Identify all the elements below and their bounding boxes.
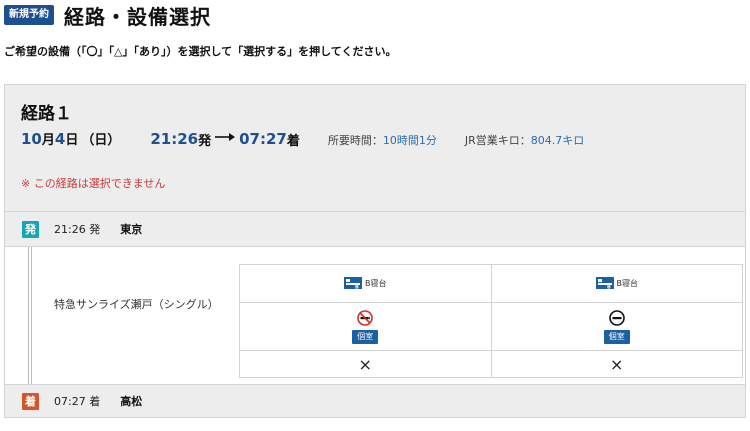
departure-time: 21:26 発 [54,223,101,236]
route-date: 10月4日 （日） [21,129,120,148]
facility-car-row: B B寝台 B B寝台 [239,264,743,303]
route-summary: 10月4日 （日） 21:26 発 07:27 着 所要時間：10時間1分 JR営業キ… [21,129,584,149]
page-header: 新規予約 経路・設備選択 [4,3,211,29]
route-month: 10 [21,130,42,148]
route-dep-time: 21:26 [150,130,199,148]
private-room-badge: 個室 [603,329,630,344]
unavailable-mark: × [358,354,372,374]
arrival-time: 07:27 着 [54,395,101,408]
route-weekday: （日） [81,133,121,148]
route-day-unit: 日 [65,133,79,148]
route-times: 21:26 発 07:27 着 [150,130,300,149]
private-room-badge: 個室 [352,329,379,344]
facility-room-cell: 個室 [490,302,743,351]
distance: JR営業キロ：804.7キロ [465,132,584,148]
facility-room-cell: 個室 [239,302,492,351]
facility-room-row: 個室 個室 [239,302,743,351]
arrival-station: 高松 [120,395,143,408]
availability-cell: × [490,350,743,378]
duration: 所要時間：10時間1分 [328,132,437,148]
duration-value: 10時間1分 [382,134,437,147]
unavailable-mark: × [610,354,624,374]
no-smoking-icon [357,309,374,326]
arrival-row: 着 07:27 着 高松 [4,384,746,418]
facility-car-cell: B B寝台 [490,264,743,303]
route-arr-time: 07:27 [239,130,287,148]
sleeper-bed-icon: B [344,277,362,289]
facility-availability-row: × × [239,350,743,378]
route-panel: 経路１ 10月4日 （日） 21:26 発 07:27 着 所要時間：10時間1分 J… [4,84,746,211]
page-title: 経路・設備選択 [64,4,211,29]
route-day: 4 [54,130,66,148]
route-title: 経路１ [21,104,72,124]
car-type-label: B B寝台 [344,277,387,289]
availability-cell: × [239,350,492,378]
arrow-right-icon [215,133,236,141]
svg-text:B: B [355,285,359,290]
route-arr-suffix: 着 [286,133,300,149]
sleeper-bed-icon: B [595,277,614,290]
departure-station: 東京 [120,223,143,236]
train-name: 特急サンライズ瀬戸（シングル） [54,298,219,311]
svg-text:B: B [607,285,611,290]
facility-table: B B寝台 B B寝台 個室 個室 × × [239,264,743,378]
duration-label: 所要時間： [327,134,383,147]
train-segment: 特急サンライズ瀬戸（シングル） B B寝台 B B寝台 個室 個室 × × [4,247,746,384]
arrival-badge: 着 [22,392,39,410]
track-line [28,247,32,384]
route-warning: ※ この経路は選択できません [21,177,166,190]
distance-value: 804.7キロ [530,134,585,147]
car-type-label: B B寝台 [595,277,639,290]
distance-label: JR営業キロ： [464,134,531,147]
instruction-text: ご希望の設備（「〇」「△」「あり」）を選択して「選択する」を押してください。 [4,45,397,58]
new-reservation-badge: 新規予約 [4,5,54,25]
departure-badge: 発 [22,220,39,238]
route-dep-suffix: 発 [198,133,212,149]
departure-row: 発 21:26 発 東京 [4,211,746,247]
route-month-unit: 月 [41,133,55,148]
car-type-text: B寝台 [616,278,639,288]
facility-car-cell: B B寝台 [239,264,492,303]
no-entry-icon [608,309,625,326]
car-type-text: B寝台 [365,278,387,288]
